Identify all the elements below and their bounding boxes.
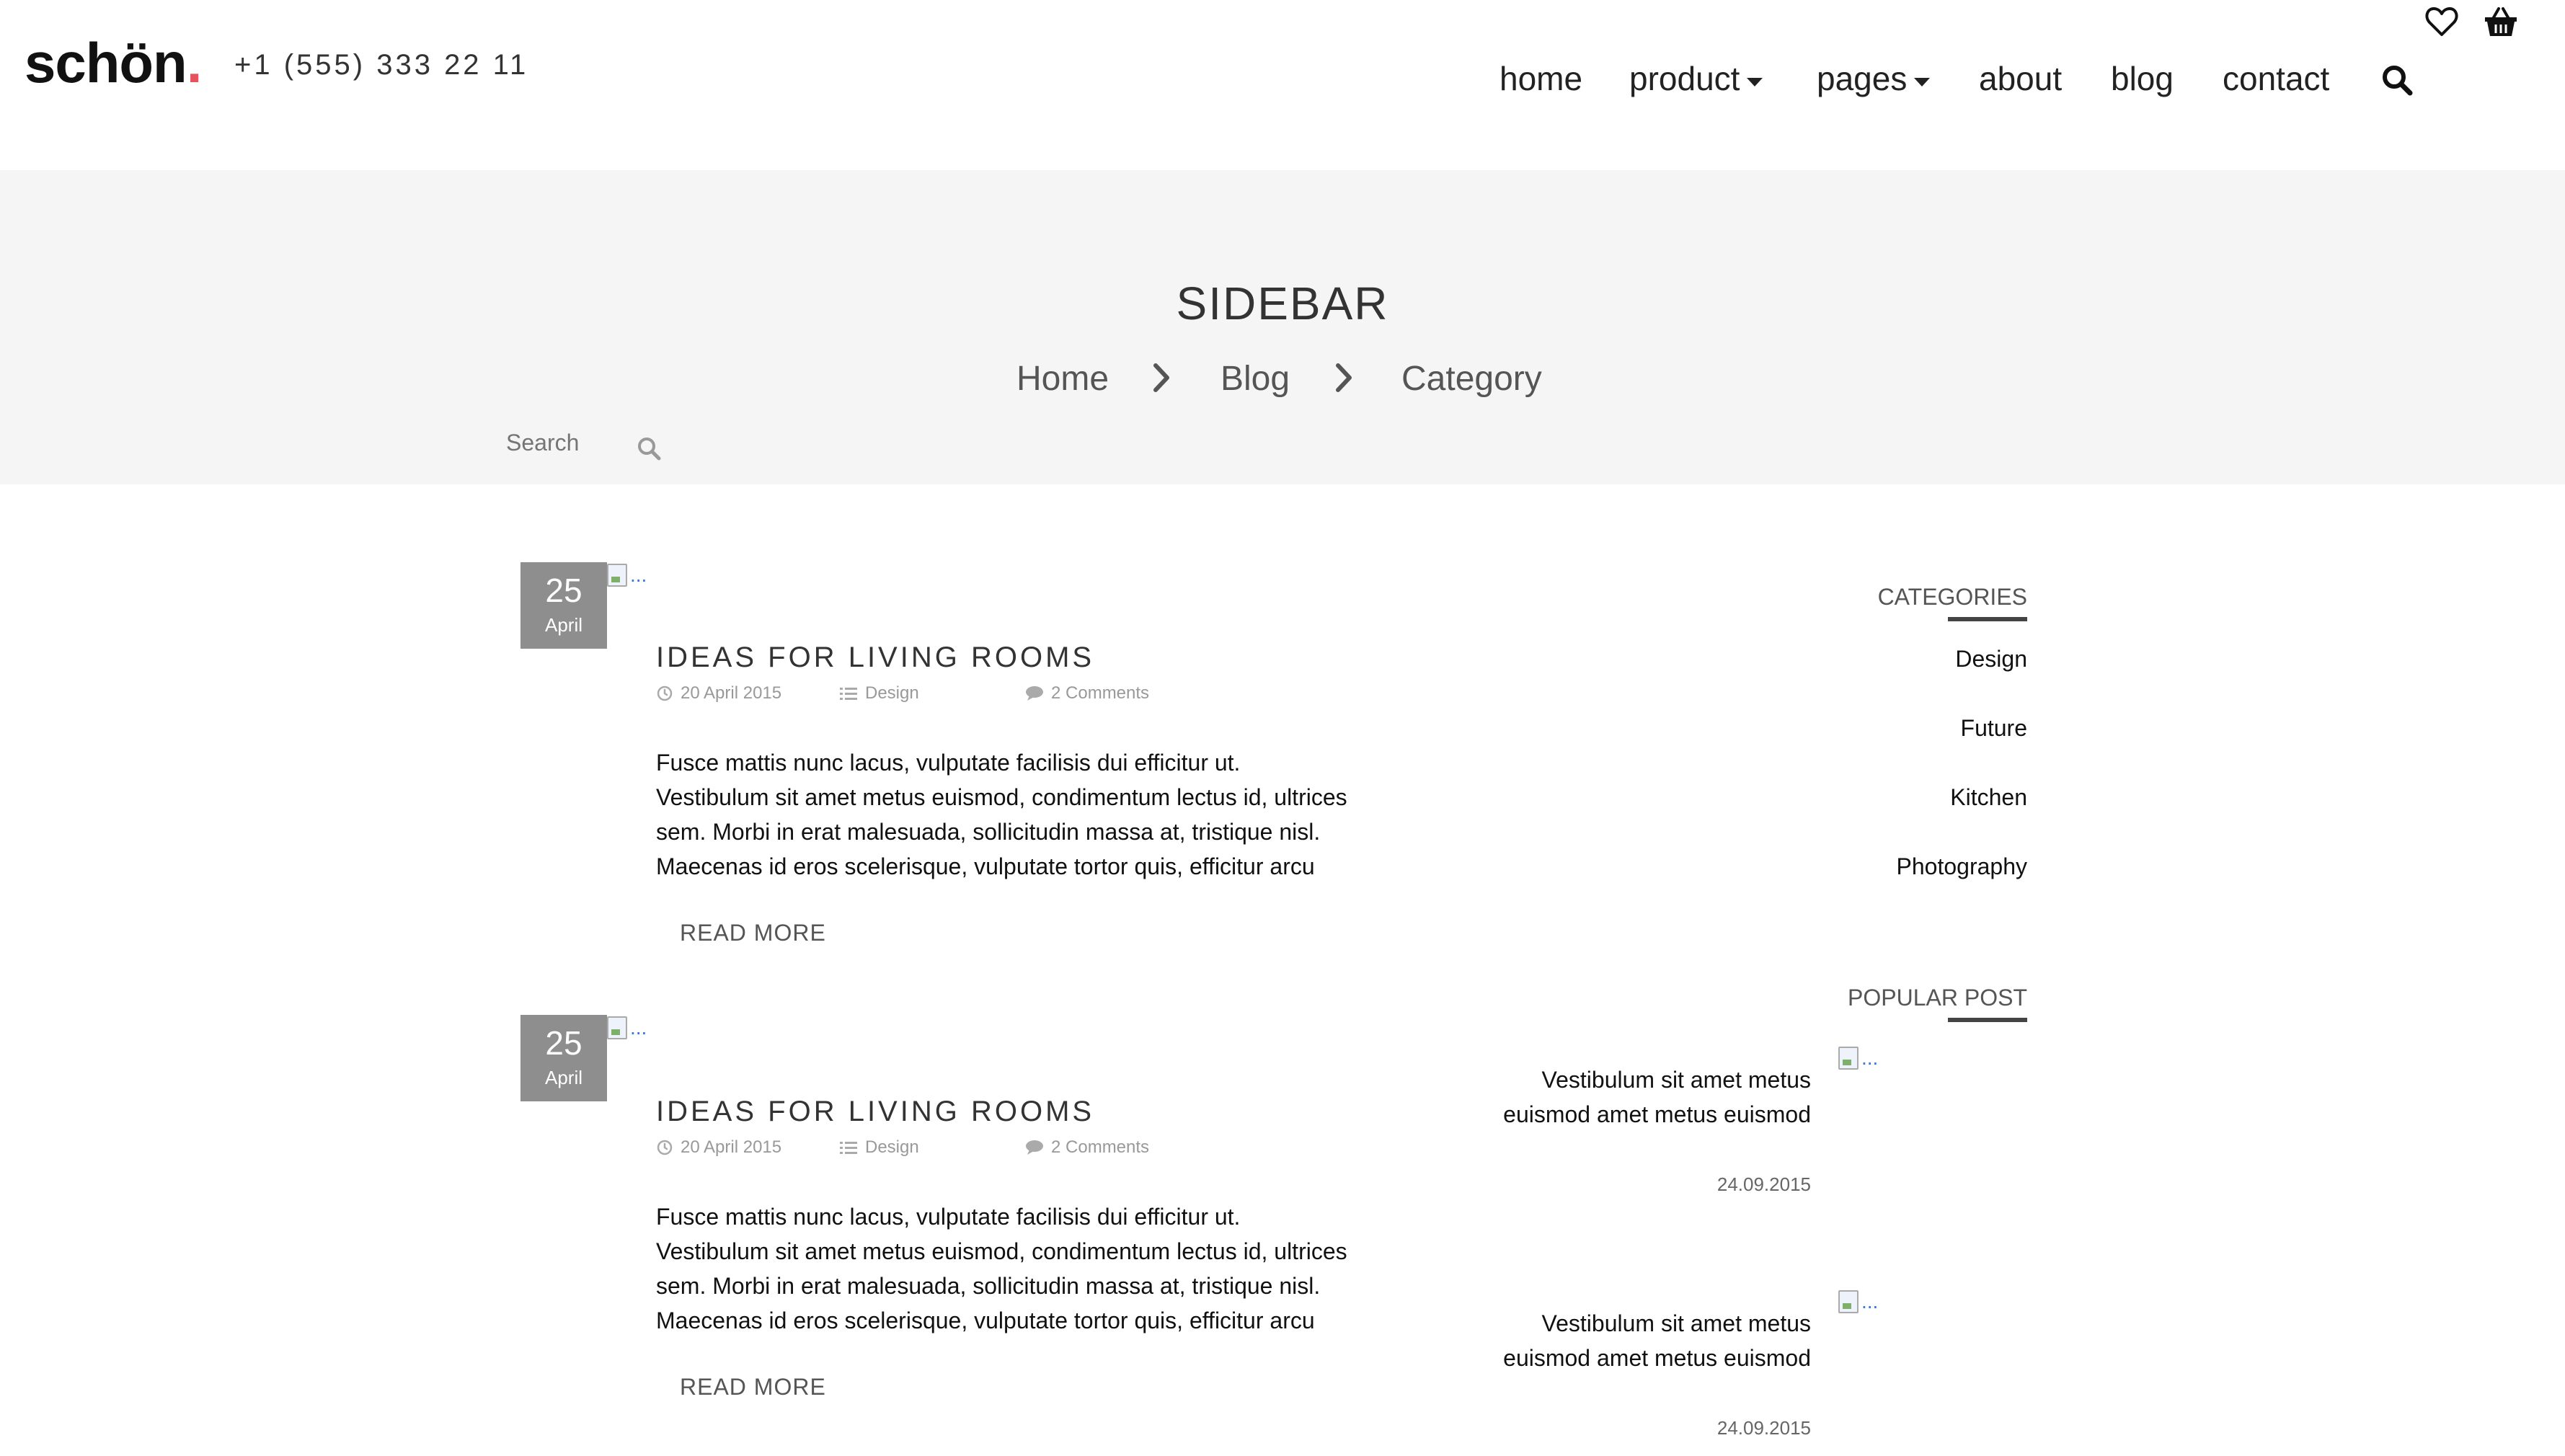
read-more-link[interactable]: READ MORE <box>680 1374 826 1400</box>
heading-underline <box>1948 1018 2027 1022</box>
read-more-link[interactable]: READ MORE <box>680 920 826 946</box>
nav-label: pages <box>1817 60 1908 97</box>
popular-post-title[interactable]: Vestibulum sit amet metus euismod amet m… <box>1479 1306 1811 1375</box>
broken-image-icon <box>607 1016 627 1039</box>
caret-down-icon <box>1914 78 1931 86</box>
popular-post-date: 24.09.2015 <box>1716 1173 1811 1195</box>
post-date-badge: 25 April <box>520 1015 607 1101</box>
image-alt-text: ... <box>1861 1047 1879 1069</box>
nav-label: product <box>1629 60 1740 97</box>
nav-label: about <box>1979 60 2063 97</box>
comment-icon <box>1026 686 1043 701</box>
post-title[interactable]: IDEAS FOR LIVING ROOMS <box>656 642 1094 674</box>
nav-label: blog <box>2111 60 2174 97</box>
logo-dot: . <box>186 31 203 94</box>
post-day: 25 <box>545 1024 582 1062</box>
breadcrumb-blog[interactable]: Blog <box>1221 359 1290 399</box>
post-comments: 2 Comments <box>1051 1137 1150 1157</box>
nav-label: home <box>1499 60 1583 97</box>
post-month: April <box>544 614 582 636</box>
nav-search-icon[interactable] <box>2380 63 2414 100</box>
image-alt-text: ... <box>630 564 647 586</box>
heading-underline <box>1948 617 2027 621</box>
page-title: SIDEBAR <box>1176 278 1389 329</box>
post-meta-date: 20 April 2015 <box>656 683 781 703</box>
post-excerpt: Fusce mattis nunc lacus, vulputate facil… <box>656 1204 1347 1333</box>
image-alt-text: ... <box>1861 1290 1879 1313</box>
popular-post-title[interactable]: Vestibulum sit amet metus euismod amet m… <box>1479 1062 1811 1132</box>
post-meta-comments[interactable]: 2 Comments <box>1025 1137 1149 1158</box>
category-link[interactable]: Design <box>1739 646 2027 672</box>
comment-icon <box>1026 1140 1043 1155</box>
popular-post-image[interactable]: ... <box>1838 1290 1878 1313</box>
post-meta-category[interactable]: Design <box>839 683 919 703</box>
image-alt-text: ... <box>630 1016 647 1039</box>
post-date: 20 April 2015 <box>681 1137 782 1157</box>
post-date-badge: 25 April <box>520 562 607 649</box>
nav-blog[interactable]: blog <box>2111 59 2174 98</box>
search-icon[interactable] <box>636 435 662 465</box>
category-link[interactable]: Photography <box>1739 853 2027 880</box>
popular-post-image[interactable]: ... <box>1838 1047 1878 1070</box>
post-excerpt: Fusce mattis nunc lacus, vulputate facil… <box>656 750 1347 879</box>
post-day: 25 <box>545 572 582 609</box>
logo[interactable]: schön. <box>25 35 202 91</box>
post-category: Design <box>865 683 919 703</box>
post-meta-comments[interactable]: 2 Comments <box>1025 683 1149 703</box>
nav-pages[interactable]: pages <box>1817 59 1931 98</box>
post-meta-category[interactable]: Design <box>839 1137 919 1158</box>
post-title[interactable]: IDEAS FOR LIVING ROOMS <box>656 1096 1094 1128</box>
popular-post-date: 24.09.2015 <box>1716 1417 1811 1439</box>
caret-down-icon <box>1747 78 1763 86</box>
search-input[interactable] <box>506 430 621 456</box>
broken-image-icon <box>1838 1290 1859 1313</box>
nav-contact[interactable]: contact <box>2223 59 2329 98</box>
chevron-right-icon <box>1152 362 1172 397</box>
breadcrumb-home[interactable]: Home <box>1016 359 1109 399</box>
nav-about[interactable]: about <box>1979 59 2062 98</box>
post-comments: 2 Comments <box>1051 683 1150 703</box>
post-image[interactable]: ... <box>607 564 647 587</box>
popular-heading: POPULAR POST <box>1848 985 2027 1011</box>
clock-icon <box>657 685 673 701</box>
post-month: April <box>544 1067 582 1088</box>
post-date: 20 April 2015 <box>681 683 782 703</box>
phone-number: +1 (555) 333 22 11 <box>234 49 529 81</box>
broken-image-icon <box>1838 1047 1859 1070</box>
categories-heading: CATEGORIES <box>1877 584 2027 610</box>
broken-image-icon <box>607 564 627 587</box>
nav-home[interactable]: home <box>1499 59 1582 98</box>
category-link[interactable]: Future <box>1739 715 2027 742</box>
post-meta-date: 20 April 2015 <box>656 1137 781 1158</box>
category-link[interactable]: Kitchen <box>1739 784 2027 811</box>
basket-icon[interactable] <box>2483 6 2519 43</box>
post-image[interactable]: ... <box>607 1016 647 1039</box>
heart-icon[interactable] <box>2425 6 2458 41</box>
breadcrumb-category: Category <box>1401 360 1542 398</box>
logo-text: schön <box>25 31 187 94</box>
list-icon <box>840 1142 857 1154</box>
clock-icon <box>657 1140 673 1155</box>
nav-label: contact <box>2223 60 2330 97</box>
nav-product[interactable]: product <box>1629 59 1763 98</box>
list-icon <box>840 688 857 700</box>
chevron-right-icon <box>1334 362 1355 397</box>
post-category: Design <box>865 1137 919 1157</box>
